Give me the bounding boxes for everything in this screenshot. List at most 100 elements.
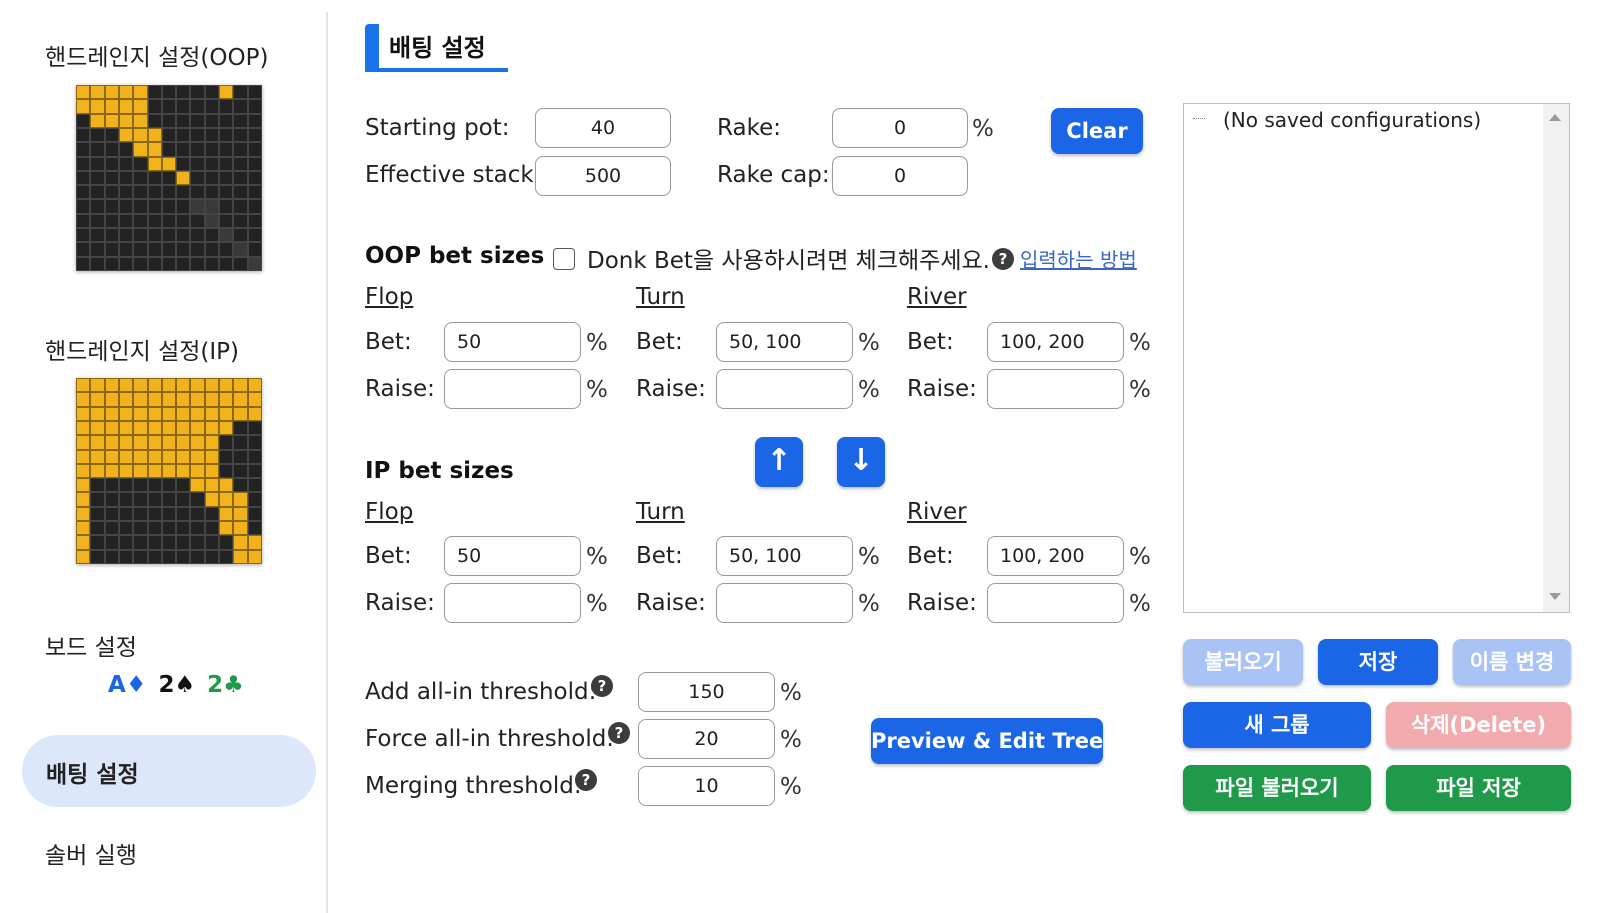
ip-range-cell[interactable]: [219, 478, 234, 493]
ip-range-cell[interactable]: [147, 378, 162, 393]
howto-link[interactable]: 입력하는 방법: [1020, 244, 1137, 273]
rename-button[interactable]: 이름 변경: [1453, 639, 1571, 685]
oop-range-cell[interactable]: [76, 242, 91, 257]
ip-range-cell[interactable]: [233, 478, 248, 493]
oop-range-cell[interactable]: [104, 228, 119, 243]
ip-range-cell[interactable]: [219, 406, 234, 421]
ip-range-cell[interactable]: [133, 535, 148, 550]
ip-range-cell[interactable]: [133, 378, 148, 393]
ip-range-cell[interactable]: [190, 449, 205, 464]
oop-flop-raise-input[interactable]: [444, 369, 581, 409]
ip-range-cell[interactable]: [118, 435, 134, 450]
ip-range-cell[interactable]: [204, 549, 220, 564]
ip-range-cell[interactable]: [176, 549, 191, 564]
ip-range-cell[interactable]: [161, 392, 177, 407]
oop-range-cell[interactable]: [90, 99, 105, 114]
ip-range-cell[interactable]: [118, 506, 134, 522]
oop-range-cell[interactable]: [161, 85, 177, 100]
oop-range-cell[interactable]: [219, 85, 234, 100]
oop-range-cell[interactable]: [233, 113, 248, 128]
ip-range-cell[interactable]: [247, 521, 262, 536]
ip-range-cell[interactable]: [204, 535, 220, 550]
ip-range-cell[interactable]: [190, 420, 205, 436]
ip-range-cell[interactable]: [204, 478, 220, 493]
oop-range-cell[interactable]: [233, 199, 248, 214]
ip-range-cell[interactable]: [104, 549, 119, 564]
oop-range-cell[interactable]: [176, 242, 191, 257]
ip-range-cell[interactable]: [233, 435, 248, 450]
ip-range-cell[interactable]: [104, 506, 119, 522]
ip-range-cell[interactable]: [90, 463, 105, 479]
ip-range-cell[interactable]: [233, 549, 248, 564]
donk-bet-label[interactable]: Donk Bet을 사용하시려면 체크해주세요.: [587, 241, 990, 275]
oop-range-cell[interactable]: [90, 199, 105, 214]
ip-range-cell[interactable]: [247, 535, 262, 550]
ip-range-cell[interactable]: [219, 506, 234, 522]
oop-range-cell[interactable]: [233, 85, 248, 100]
oop-range-cell[interactable]: [233, 256, 248, 271]
oop-range-cell[interactable]: [219, 213, 234, 229]
ip-range-cell[interactable]: [161, 478, 177, 493]
oop-range-grid[interactable]: [76, 85, 262, 271]
ip-range-cell[interactable]: [247, 492, 262, 507]
oop-range-cell[interactable]: [204, 228, 220, 243]
oop-range-cell[interactable]: [118, 142, 134, 157]
ip-range-cell[interactable]: [176, 492, 191, 507]
ip-range-cell[interactable]: [190, 406, 205, 421]
board-label[interactable]: 보드 설정: [45, 628, 137, 662]
oop-range-cell[interactable]: [118, 228, 134, 243]
oop-range-cell[interactable]: [233, 142, 248, 157]
scroll-down-icon[interactable]: [1549, 593, 1561, 600]
ip-range-cell[interactable]: [118, 549, 134, 564]
ip-range-cell[interactable]: [219, 463, 234, 479]
oop-range-cell[interactable]: [204, 170, 220, 186]
oop-range-cell[interactable]: [90, 127, 105, 143]
oop-range-cell[interactable]: [176, 156, 191, 171]
oop-range-cell[interactable]: [90, 242, 105, 257]
help-icon[interactable]: ?: [575, 769, 597, 791]
oop-range-label[interactable]: 핸드레인지 설정(OOP): [45, 38, 268, 72]
ip-range-cell[interactable]: [118, 420, 134, 436]
save-button[interactable]: 저장: [1318, 639, 1438, 685]
ip-range-cell[interactable]: [233, 378, 248, 393]
rake-input[interactable]: [832, 108, 968, 148]
new-group-button[interactable]: 새 그룹: [1183, 702, 1371, 748]
oop-range-cell[interactable]: [133, 256, 148, 271]
oop-range-cell[interactable]: [247, 113, 262, 128]
ip-range-cell[interactable]: [118, 449, 134, 464]
ip-range-cell[interactable]: [133, 406, 148, 421]
oop-range-cell[interactable]: [118, 156, 134, 171]
preview-edit-tree-button[interactable]: Preview & Edit Tree: [871, 718, 1103, 764]
ip-range-cell[interactable]: [104, 478, 119, 493]
oop-range-cell[interactable]: [76, 156, 91, 171]
oop-range-cell[interactable]: [161, 142, 177, 157]
oop-range-cell[interactable]: [118, 113, 134, 128]
ip-range-cell[interactable]: [76, 492, 91, 507]
oop-range-cell[interactable]: [133, 185, 148, 200]
ip-range-cell[interactable]: [204, 420, 220, 436]
ip-range-cell[interactable]: [76, 463, 91, 479]
ip-range-cell[interactable]: [190, 435, 205, 450]
ip-range-cell[interactable]: [204, 435, 220, 450]
oop-range-cell[interactable]: [204, 127, 220, 143]
ip-range-cell[interactable]: [219, 492, 234, 507]
ip-range-cell[interactable]: [219, 521, 234, 536]
oop-range-cell[interactable]: [133, 199, 148, 214]
ip-range-cell[interactable]: [104, 435, 119, 450]
move-down-arrow-button[interactable]: ↓: [837, 437, 885, 487]
ip-range-cell[interactable]: [118, 521, 134, 536]
oop-range-cell[interactable]: [76, 185, 91, 200]
oop-range-cell[interactable]: [190, 99, 205, 114]
ip-range-cell[interactable]: [233, 392, 248, 407]
oop-range-cell[interactable]: [247, 199, 262, 214]
oop-range-cell[interactable]: [76, 85, 91, 100]
oop-range-cell[interactable]: [219, 199, 234, 214]
oop-range-cell[interactable]: [190, 213, 205, 229]
ip-range-cell[interactable]: [233, 463, 248, 479]
oop-range-cell[interactable]: [176, 85, 191, 100]
ip-range-cell[interactable]: [190, 535, 205, 550]
oop-range-cell[interactable]: [233, 242, 248, 257]
oop-range-cell[interactable]: [133, 213, 148, 229]
oop-range-cell[interactable]: [233, 156, 248, 171]
ip-range-cell[interactable]: [190, 392, 205, 407]
